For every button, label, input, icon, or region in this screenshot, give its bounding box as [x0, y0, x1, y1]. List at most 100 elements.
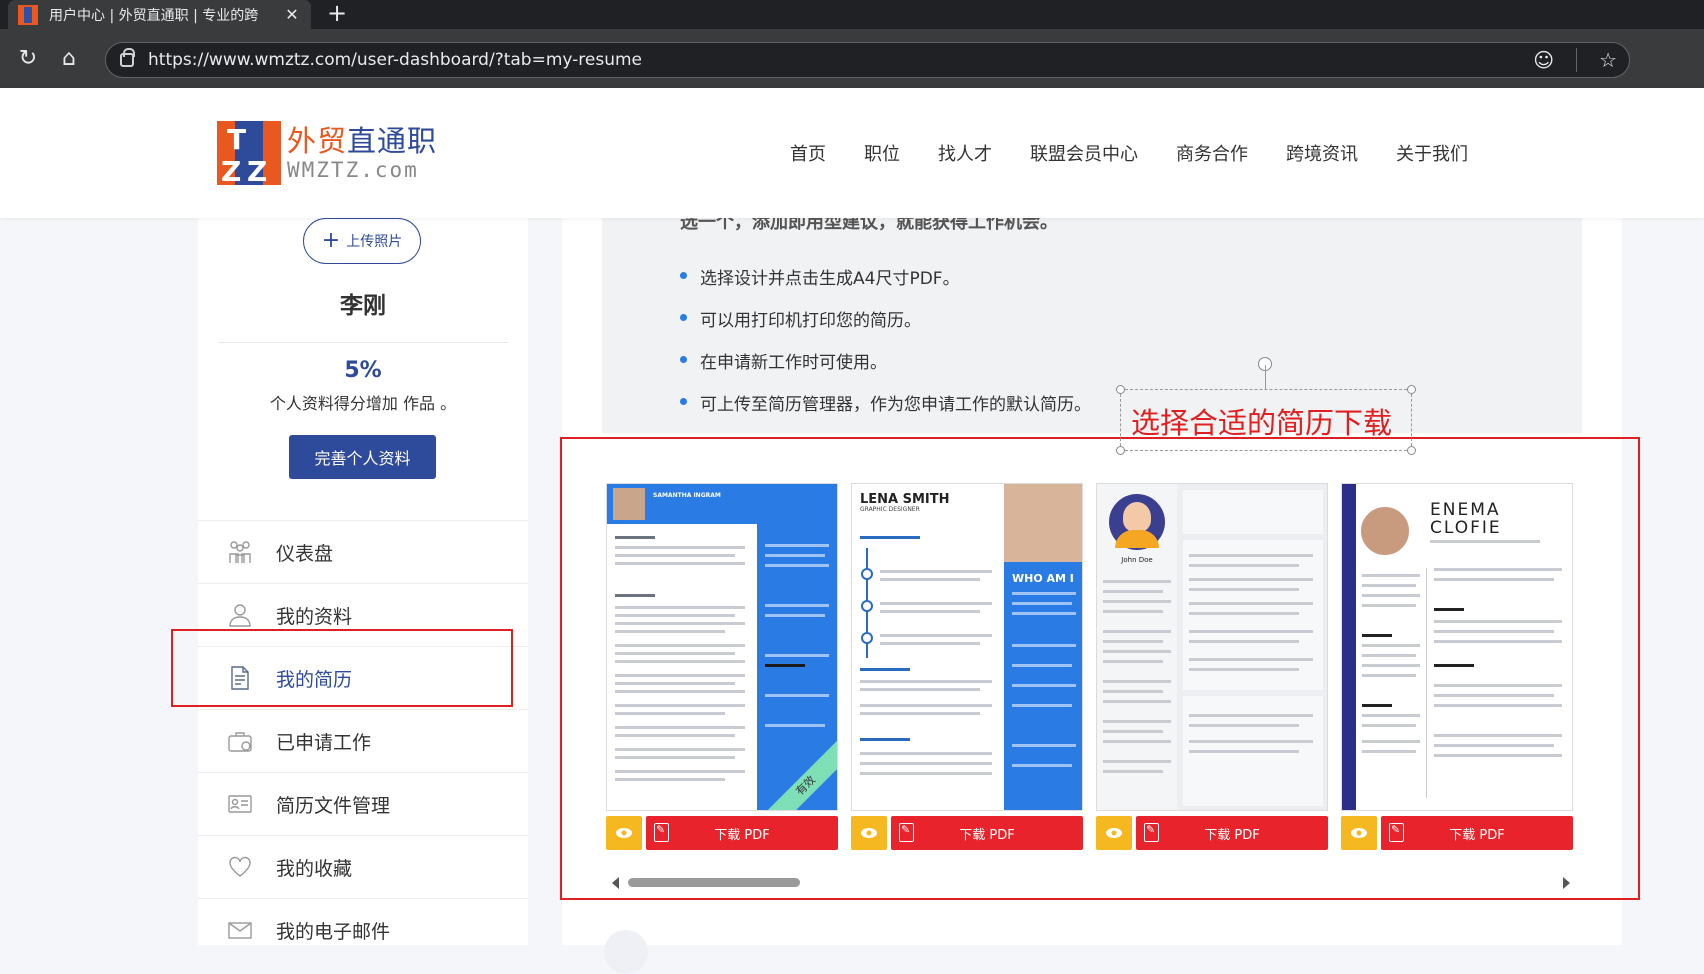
pdf-icon — [1389, 823, 1404, 842]
site-favicon-icon — [18, 4, 38, 25]
plus-icon: + — [321, 228, 341, 253]
download-pdf-label: 下载 PDF — [1449, 827, 1505, 843]
download-pdf-label: 下载 PDF — [714, 827, 770, 843]
sidebar-item-applied-jobs[interactable]: 已申请工作 — [198, 709, 528, 772]
feature-item: 可以用打印机打印您的简历。 — [680, 306, 1091, 348]
close-tab-icon[interactable]: ✕ — [283, 5, 301, 24]
complete-profile-button[interactable]: 完善个人资料 — [289, 435, 436, 479]
scroll-right-icon[interactable] — [1563, 877, 1570, 889]
sidebar-item-label: 我的简历 — [276, 668, 353, 691]
template-preview[interactable]: John Doe — [1096, 483, 1328, 811]
site-logo[interactable]: T Z Z 外贸直通职 WMZTZ.com — [217, 121, 438, 188]
heart-icon — [226, 853, 254, 881]
eye-icon — [616, 828, 632, 838]
sidebar-item-resume-files[interactable]: 简历文件管理 — [198, 772, 528, 835]
profile-percent: 5% — [344, 358, 382, 383]
profile-score-desc: 个人资料得分增加 作品 。 — [269, 394, 457, 413]
sidebar-item-label: 简历文件管理 — [276, 794, 391, 817]
download-pdf-button[interactable]: 下载 PDF — [891, 816, 1083, 850]
eye-icon — [861, 828, 877, 838]
template-preview[interactable]: LENA SMITH GRAPHIC DESIGNER WHO AM I — [851, 483, 1083, 811]
download-pdf-button[interactable]: 下载 PDF — [1136, 816, 1328, 850]
nav-jobs[interactable]: 职位 — [864, 140, 900, 166]
id-card-icon — [226, 790, 254, 818]
template-side-title: WHO AM I — [1012, 572, 1074, 585]
sidebar-item-email[interactable]: 我的电子邮件 — [198, 898, 528, 961]
resume-template-card: LENA SMITH GRAPHIC DESIGNER WHO AM I ✎ 下… — [851, 483, 1083, 850]
tab-title: 用户中心 | 外贸直通职 | 专业的跨 — [49, 7, 259, 24]
sidebar-item-dashboard[interactable]: 仪表盘 — [198, 520, 528, 583]
annotation-text: 选择合适的简历下载 — [1131, 406, 1393, 440]
resume-template-card: John Doe ✎ 下载 PDF — [1096, 483, 1328, 850]
template-name: John Doe — [1121, 556, 1153, 564]
sidebar-item-favorites[interactable]: 我的收藏 — [198, 835, 528, 898]
download-pdf-button[interactable]: 下载 PDF — [1381, 816, 1573, 850]
template-preview[interactable]: SAMANTHA INGRAM 有效 — [606, 483, 838, 811]
template-preview[interactable]: ENEMA CLOFIE — [1341, 483, 1573, 811]
annotation-box[interactable]: 选择合适的简历下载 — [1116, 385, 1416, 455]
feature-item: 选择设计并点击生成A4尺寸PDF。 — [680, 264, 1091, 306]
pdf-icon — [654, 823, 669, 842]
address-bar[interactable]: https://www.wmztz.com/user-dashboard/?ta… — [105, 42, 1630, 78]
nav-about[interactable]: 关于我们 — [1396, 140, 1468, 166]
template-name-line2: CLOFIE — [1430, 518, 1502, 538]
nav-home[interactable]: 首页 — [790, 140, 826, 166]
browser-tab[interactable]: 用户中心 | 外贸直通职 | 专业的跨 ✕ — [8, 0, 311, 29]
scroll-left-icon[interactable] — [612, 877, 619, 889]
user-name: 李刚 — [340, 293, 386, 319]
download-pdf-label: 下载 PDF — [959, 827, 1015, 843]
preview-button[interactable] — [1341, 816, 1377, 850]
url-text: https://www.wmztz.com/user-dashboard/?ta… — [148, 50, 643, 70]
user-icon — [226, 601, 254, 629]
sidebar-item-label: 我的资料 — [276, 605, 353, 628]
home-icon[interactable]: ⌂ — [55, 45, 83, 73]
sidebar-item-label: 已申请工作 — [276, 731, 372, 754]
preview-button[interactable] — [1096, 816, 1132, 850]
sidebar-item-profile[interactable]: 我的资料 — [198, 583, 528, 646]
download-pdf-label: 下载 PDF — [1204, 827, 1260, 843]
pdf-icon — [1144, 823, 1159, 842]
scrollbar-thumb[interactable] — [628, 878, 800, 887]
template-scrollbar[interactable] — [606, 875, 1576, 889]
rotate-handle-line — [1265, 365, 1266, 389]
download-pdf-button[interactable]: 下载 PDF — [646, 816, 838, 850]
url-divider — [1576, 48, 1578, 72]
logo-mark-icon: T Z Z — [217, 121, 281, 188]
bookmark-star-icon[interactable]: ☆ — [1599, 48, 1617, 72]
preview-button[interactable] — [851, 816, 887, 850]
new-tab-icon[interactable]: + — [324, 0, 350, 29]
resume-info-box: 选一个，添加即用型建议，就能获得工作机会。 选择设计并点击生成A4尺寸PDF。 … — [602, 212, 1582, 433]
nav-find-talent[interactable]: 找人才 — [938, 140, 992, 166]
template-name-line1: ENEMA — [1430, 500, 1501, 520]
browser-toolbar: ↻ ⌂ https://www.wmztz.com/user-dashboard… — [0, 29, 1704, 88]
logo-en: WMZTZ.com — [287, 158, 419, 182]
nav-business[interactable]: 商务合作 — [1176, 140, 1248, 166]
browser-tab-bar: 用户中心 | 外贸直通职 | 专业的跨 ✕ + — [0, 0, 1704, 29]
nav-member-center[interactable]: 联盟会员中心 — [1030, 140, 1138, 166]
main-nav: 首页 职位 找人才 联盟会员中心 商务合作 跨境资讯 关于我们 — [790, 140, 1506, 166]
page-menu-icon[interactable]: ☺ — [1533, 48, 1554, 72]
eye-icon — [1351, 828, 1367, 838]
nav-news[interactable]: 跨境资讯 — [1286, 140, 1358, 166]
dashboard-sidebar: + 上传照片 李刚 5% 个人资料得分增加 作品 。 完善个人资料 仪表盘 我的… — [198, 218, 528, 945]
eye-icon — [1106, 828, 1122, 838]
logo-cn-a: 外贸 — [287, 124, 348, 158]
upload-photo-label: 上传照片 — [346, 234, 403, 250]
resume-template-card: ENEMA CLOFIE ✎ 下载 PDF — [1341, 483, 1573, 850]
feature-item: 可上传至简历管理器，作为您申请工作的默认简历。 — [680, 390, 1091, 432]
sidebar-item-label: 仪表盘 — [276, 542, 334, 565]
section-icon — [604, 930, 648, 974]
sidebar-item-label: 我的收藏 — [276, 857, 353, 880]
upload-photo-button[interactable]: + 上传照片 — [303, 218, 421, 264]
dashboard-icon — [226, 538, 254, 566]
lock-icon — [120, 48, 135, 67]
template-carousel: SAMANTHA INGRAM 有效 ✎ 下载 PDF LENA SMITH G… — [606, 483, 1582, 853]
logo-cn-b: 直通职 — [347, 124, 438, 158]
preview-button[interactable] — [606, 816, 642, 850]
reload-icon[interactable]: ↻ — [14, 45, 42, 73]
resume-icon — [226, 664, 254, 692]
template-name: LENA SMITH — [860, 492, 950, 507]
mail-icon — [226, 916, 254, 944]
template-name: SAMANTHA INGRAM — [653, 492, 721, 499]
sidebar-item-my-resume[interactable]: 我的简历 — [198, 646, 528, 709]
